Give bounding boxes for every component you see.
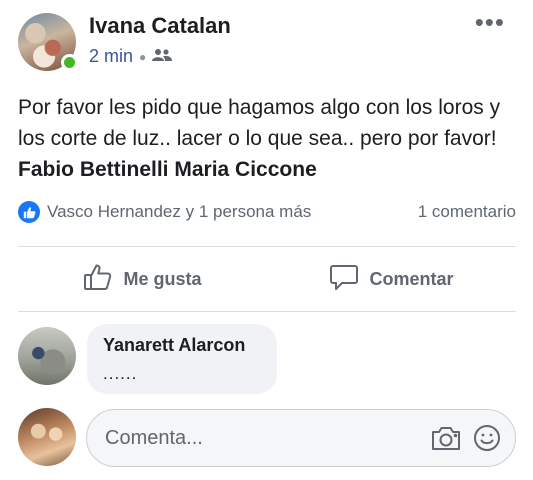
reactions-row: Vasco Hernandez y 1 persona más 1 coment… [18, 201, 516, 223]
comment-input[interactable] [105, 426, 419, 450]
comment-text: ...... [103, 364, 138, 383]
like-button[interactable]: Me gusta [18, 248, 267, 310]
author-avatar[interactable] [18, 13, 78, 71]
speech-bubble-icon [329, 262, 359, 297]
comment-author[interactable]: Yanarett Alarcon [103, 335, 261, 356]
comment-button[interactable]: Comentar [267, 248, 516, 310]
tagged-user-2[interactable]: Maria Ciccone [174, 158, 316, 181]
like-button-label: Me gusta [123, 268, 202, 289]
post-card: Ivana Catalan 2 min ● ••• Por favor les … [0, 0, 533, 480]
comment-button-label: Comentar [369, 268, 454, 289]
divider [18, 246, 516, 247]
thumbs-up-icon [83, 262, 113, 297]
meta-separator: ● [139, 49, 147, 64]
divider [18, 311, 516, 312]
post-meta: 2 min ● [89, 46, 173, 67]
tagged-user-1[interactable]: Fabio Bettinelli [18, 158, 169, 181]
camera-icon[interactable] [431, 425, 461, 451]
post-timestamp[interactable]: 2 min [89, 46, 133, 67]
more-options-icon[interactable]: ••• [475, 9, 505, 35]
commenter-avatar[interactable] [18, 327, 76, 385]
comments-count[interactable]: 1 comentario [418, 202, 516, 222]
post-text: Por favor les pido que hagamos algo con … [18, 92, 518, 185]
friends-icon [152, 46, 173, 67]
post-actions: Me gusta Comentar [18, 248, 516, 310]
post-text-body: Por favor les pido que hagamos algo con … [18, 96, 501, 150]
reactions-summary[interactable]: Vasco Hernandez y 1 persona más [18, 201, 311, 223]
smiley-icon[interactable] [473, 424, 501, 452]
comment-bubble: Yanarett Alarcon ...... [87, 324, 277, 394]
current-user-avatar [18, 408, 76, 466]
post-author-name[interactable]: Ivana Catalan [89, 13, 231, 39]
like-reaction-icon [18, 201, 40, 223]
reactions-names: Vasco Hernandez y 1 persona más [47, 202, 312, 221]
online-status-dot [61, 54, 78, 71]
comment-composer [86, 409, 516, 467]
